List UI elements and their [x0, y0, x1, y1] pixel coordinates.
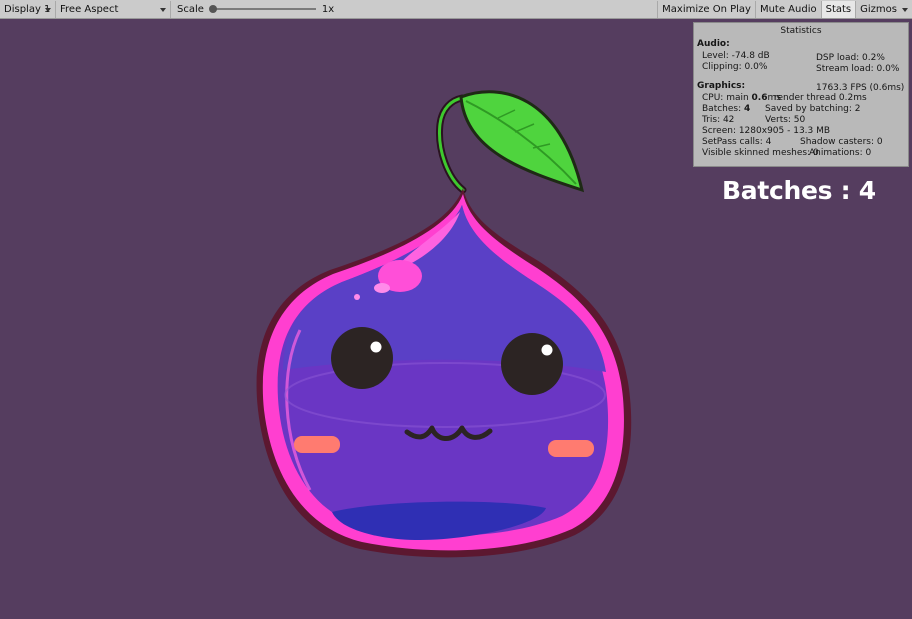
- animations-stat: Animations: 0: [809, 148, 872, 158]
- saved-by-batching: Saved by batching: 2: [765, 104, 861, 114]
- audio-level: Level: -74.8 dB: [702, 51, 770, 61]
- batches-stat: Batches: 4: [702, 104, 750, 115]
- cpu-main-value: 0.6: [751, 93, 768, 103]
- setpass-stat: SetPass calls: 4: [702, 137, 772, 147]
- statistics-panel: Statistics Audio: Level: -74.8 dB Clippi…: [693, 22, 909, 167]
- tris-stat: Tris: 42: [702, 115, 735, 125]
- cpu-main: CPU: main 0.6ms: [702, 93, 781, 104]
- skinned-meshes-stat: Visible skinned meshes: 0: [702, 148, 819, 158]
- dsp-load: DSP load: 0.2%: [816, 53, 885, 63]
- batches-value: 4: [744, 104, 751, 114]
- leaf-icon: [459, 90, 585, 193]
- statistics-title: Statistics: [780, 26, 822, 36]
- left-cheek: [294, 436, 340, 453]
- batches-label: Batches:: [702, 104, 744, 114]
- render-thread: render thread 0.2ms: [774, 93, 867, 103]
- fps-readout: 1763.3 FPS (0.6ms): [816, 83, 905, 93]
- screen-stat: Screen: 1280x905 - 13.3 MB: [702, 126, 831, 136]
- left-eye: [331, 327, 393, 389]
- audio-heading: Audio:: [697, 39, 730, 49]
- audio-clipping: Clipping: 0.0%: [702, 62, 768, 72]
- right-eye: [501, 333, 563, 395]
- cpu-main-label: CPU: main: [702, 93, 752, 103]
- batches-overlay-label: Batches : 4: [722, 176, 876, 205]
- graphics-heading: Graphics:: [697, 81, 746, 91]
- stream-load: Stream load: 0.0%: [816, 64, 900, 74]
- shadow-casters-stat: Shadow casters: 0: [800, 137, 883, 147]
- verts-stat: Verts: 50: [765, 115, 806, 125]
- right-cheek: [548, 440, 594, 457]
